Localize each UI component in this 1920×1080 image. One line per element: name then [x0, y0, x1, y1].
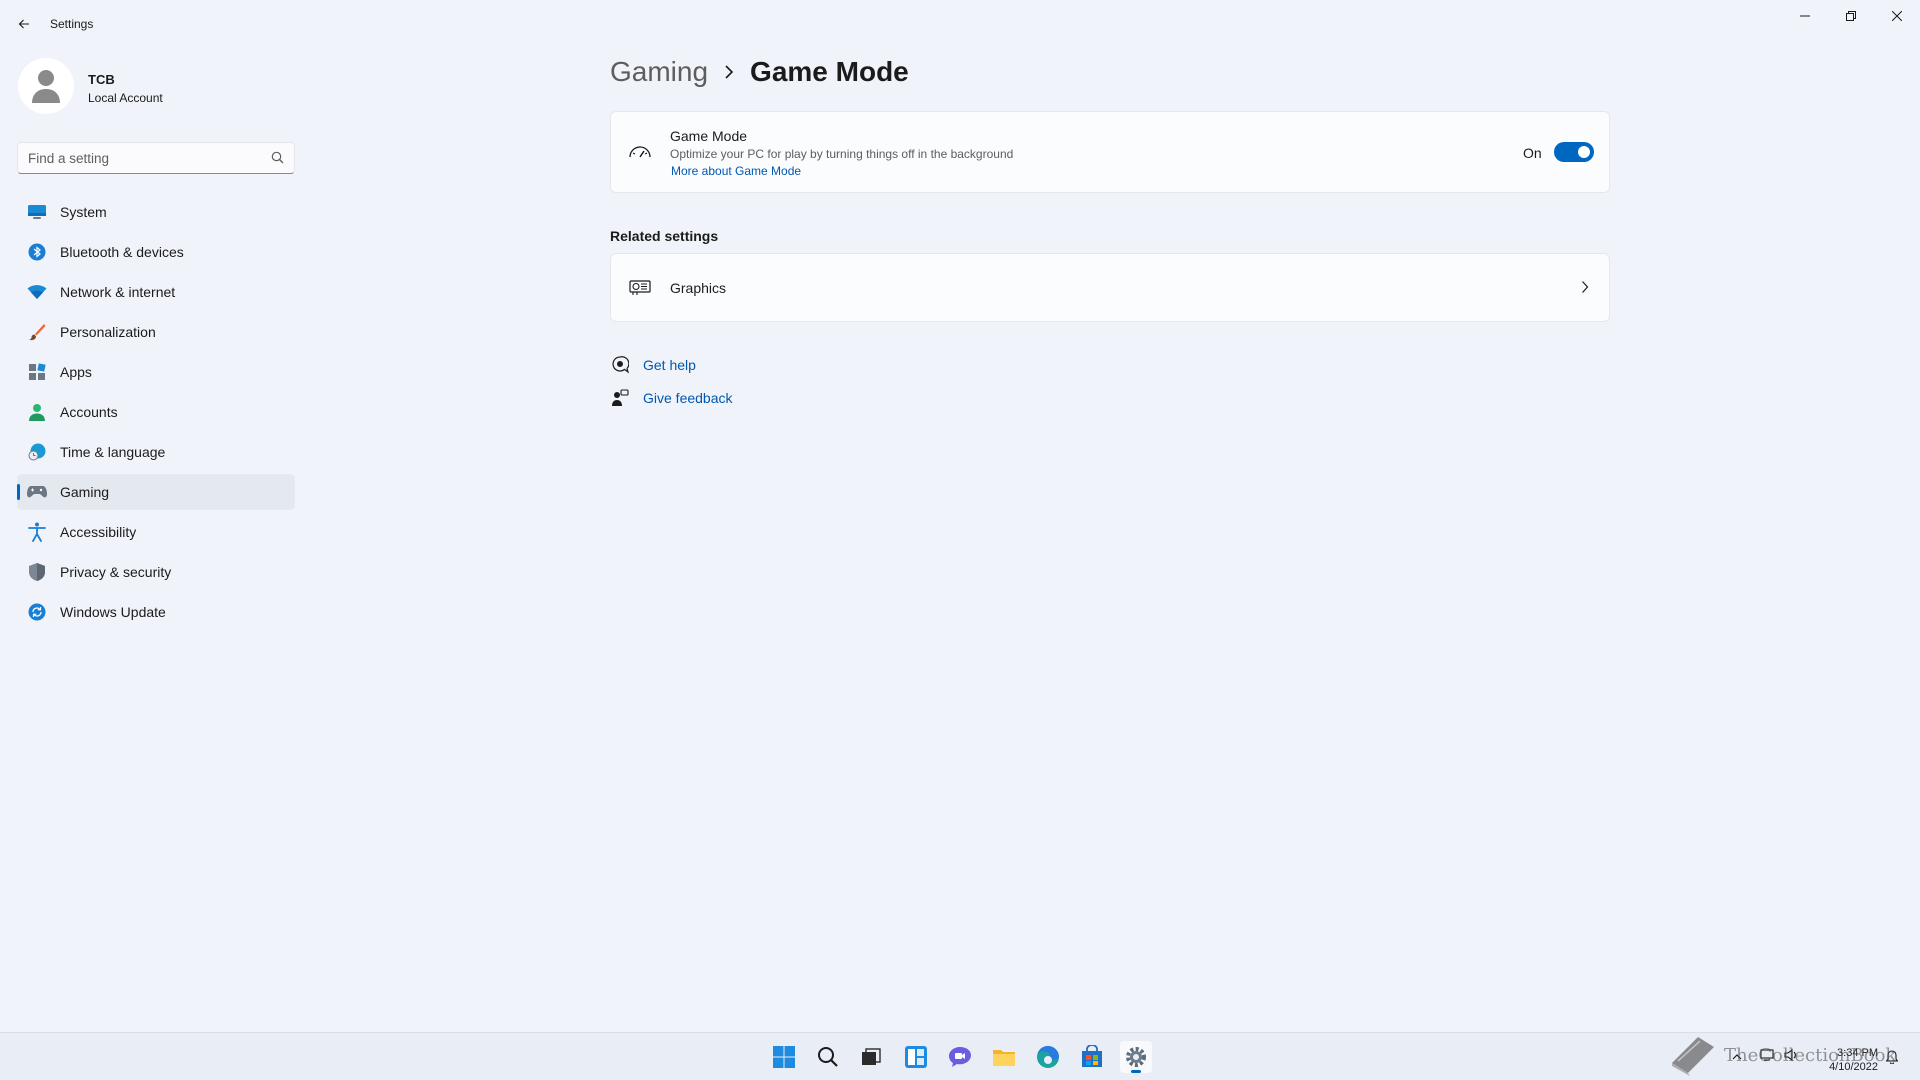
toggle-state-label: On [1523, 145, 1542, 161]
sidebar-item-label: Gaming [60, 484, 110, 500]
taskbar: 3:34 PM 4/10/2022 [0, 1032, 1920, 1080]
user-name: TCB [88, 72, 115, 87]
file-explorer-icon[interactable] [988, 1041, 1020, 1073]
game-mode-description: Optimize your PC for play by turning thi… [670, 147, 1014, 161]
app-title: Settings [50, 17, 94, 31]
globe-clock-icon [27, 442, 47, 462]
game-mode-card: Game Mode Optimize your PC for play by t… [610, 111, 1610, 193]
watermark-text: TheCollectionBook [1724, 1044, 1897, 1066]
help-icon [610, 355, 630, 375]
title-bar: Settings [0, 0, 1920, 48]
sidebar-item-windows-update[interactable]: Windows Update [17, 594, 295, 630]
search-input[interactable] [18, 143, 258, 173]
task-view-icon[interactable] [855, 1041, 887, 1073]
close-icon [1892, 11, 1902, 21]
sidebar-item-accounts[interactable]: Accounts [17, 394, 295, 430]
bluetooth-icon [27, 242, 47, 262]
store-icon[interactable] [1076, 1041, 1108, 1073]
sidebar-item-label: System [60, 204, 107, 220]
person-icon [27, 402, 47, 422]
edge-icon[interactable] [1032, 1041, 1064, 1073]
settings-icon[interactable] [1120, 1041, 1152, 1073]
game-mode-icon [628, 141, 652, 165]
watermark: TheCollectionBook [1668, 1030, 1904, 1080]
book-icon [1672, 1037, 1714, 1076]
sidebar-item-time-language[interactable]: Time & language [17, 434, 295, 470]
get-help-row[interactable]: Get help [610, 355, 696, 375]
accessibility-icon [27, 522, 47, 542]
chevron-right-icon [1582, 281, 1589, 293]
breadcrumb-parent[interactable]: Gaming [610, 56, 708, 88]
sidebar-item-system[interactable]: System [17, 194, 295, 230]
get-help-link[interactable]: Get help [643, 357, 696, 373]
sidebar-nav: System Bluetooth & devices Network & int… [17, 194, 295, 634]
start-icon[interactable] [768, 1041, 800, 1073]
feedback-icon [610, 388, 630, 408]
related-settings-heading: Related settings [610, 228, 719, 244]
settings-window: Settings TCB Local Account System Blueto… [0, 0, 1920, 1032]
user-icon [32, 70, 60, 103]
widgets-icon[interactable] [900, 1041, 932, 1073]
update-icon [27, 602, 47, 622]
chevron-right-icon [724, 65, 734, 79]
restore-button[interactable] [1828, 0, 1874, 32]
sidebar-item-privacy-security[interactable]: Privacy & security [17, 554, 295, 590]
give-feedback-row[interactable]: Give feedback [610, 388, 733, 408]
toggle-knob [1578, 146, 1590, 158]
sidebar-item-label: Windows Update [60, 604, 166, 620]
restore-icon [1846, 11, 1856, 21]
give-feedback-link[interactable]: Give feedback [643, 390, 733, 406]
sidebar-item-label: Apps [60, 364, 92, 380]
breadcrumb: Gaming Game Mode [610, 56, 909, 88]
search-box[interactable] [17, 142, 295, 174]
minimize-button[interactable] [1782, 0, 1828, 32]
game-mode-toggle[interactable] [1554, 142, 1594, 162]
sidebar-item-personalization[interactable]: Personalization [17, 314, 295, 350]
brush-icon [27, 322, 47, 342]
avatar[interactable] [18, 58, 74, 114]
sidebar-item-apps[interactable]: Apps [17, 354, 295, 390]
account-type: Local Account [88, 91, 163, 105]
back-button[interactable] [12, 12, 36, 36]
gamepad-icon [27, 482, 47, 502]
search-icon[interactable] [271, 151, 284, 164]
wifi-icon [27, 282, 47, 302]
game-mode-title: Game Mode [670, 128, 748, 144]
back-arrow-icon [18, 19, 29, 29]
sidebar-item-label: Bluetooth & devices [60, 244, 184, 260]
sidebar-item-label: Accessibility [60, 524, 137, 540]
chat-icon[interactable] [944, 1041, 976, 1073]
sidebar-item-accessibility[interactable]: Accessibility [17, 514, 295, 550]
graphics-card-icon [628, 276, 652, 300]
search-icon[interactable] [812, 1041, 844, 1073]
close-button[interactable] [1874, 0, 1920, 32]
sidebar-item-label: Accounts [60, 404, 118, 420]
sidebar-item-label: Network & internet [60, 284, 176, 300]
sidebar-item-network[interactable]: Network & internet [17, 274, 295, 310]
apps-icon [27, 362, 47, 382]
more-about-game-mode-link[interactable]: More about Game Mode [671, 164, 801, 178]
page-title: Game Mode [750, 56, 909, 87]
sidebar-item-label: Time & language [60, 444, 166, 460]
sidebar-item-bluetooth[interactable]: Bluetooth & devices [17, 234, 295, 270]
graphics-label: Graphics [670, 280, 727, 296]
sidebar-item-label: Privacy & security [60, 564, 172, 580]
graphics-card[interactable]: Graphics [610, 253, 1610, 322]
monitor-icon [27, 202, 47, 222]
sidebar-item-gaming[interactable]: Gaming [17, 474, 295, 510]
sidebar-item-label: Personalization [60, 324, 156, 340]
minimize-icon [1800, 15, 1810, 17]
shield-icon [27, 562, 47, 582]
